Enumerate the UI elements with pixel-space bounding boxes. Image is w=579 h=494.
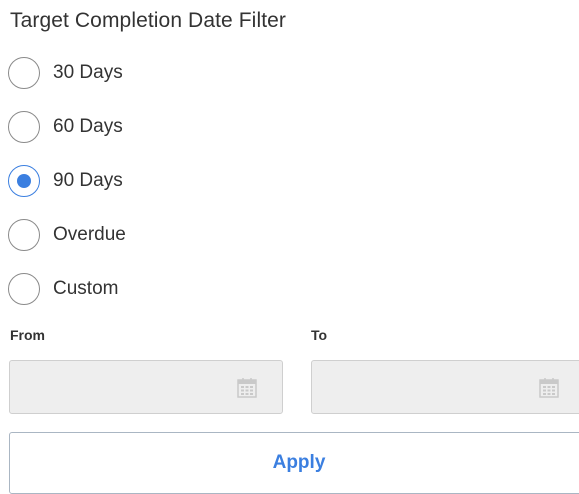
radio-button[interactable]: [8, 165, 40, 197]
option-label: 30 Days: [53, 62, 123, 83]
radio-button[interactable]: [8, 219, 40, 251]
option-label: 90 Days: [53, 170, 123, 191]
filter-title: Target Completion Date Filter: [10, 9, 287, 32]
option-label: Overdue: [53, 224, 126, 245]
calendar-icon[interactable]: [538, 377, 560, 399]
calendar-icon[interactable]: [236, 377, 258, 399]
to-label: To: [311, 327, 328, 343]
option-30-days[interactable]: 30 Days: [8, 56, 126, 90]
from-label: From: [10, 327, 45, 343]
to-date-field[interactable]: [311, 360, 579, 414]
apply-button[interactable]: Apply: [9, 432, 579, 494]
option-90-days[interactable]: 90 Days: [8, 164, 126, 198]
option-custom[interactable]: Custom: [8, 272, 126, 306]
from-date-field[interactable]: [9, 360, 283, 414]
option-60-days[interactable]: 60 Days: [8, 110, 126, 144]
option-label: 60 Days: [53, 116, 123, 137]
option-overdue[interactable]: Overdue: [8, 218, 126, 252]
radio-selected-dot: [17, 174, 31, 188]
date-option-group: 30 Days 60 Days 90 Days Overdue Custom: [8, 56, 126, 306]
radio-button[interactable]: [8, 57, 40, 89]
radio-button[interactable]: [8, 111, 40, 143]
radio-button[interactable]: [8, 273, 40, 305]
option-label: Custom: [53, 278, 119, 299]
